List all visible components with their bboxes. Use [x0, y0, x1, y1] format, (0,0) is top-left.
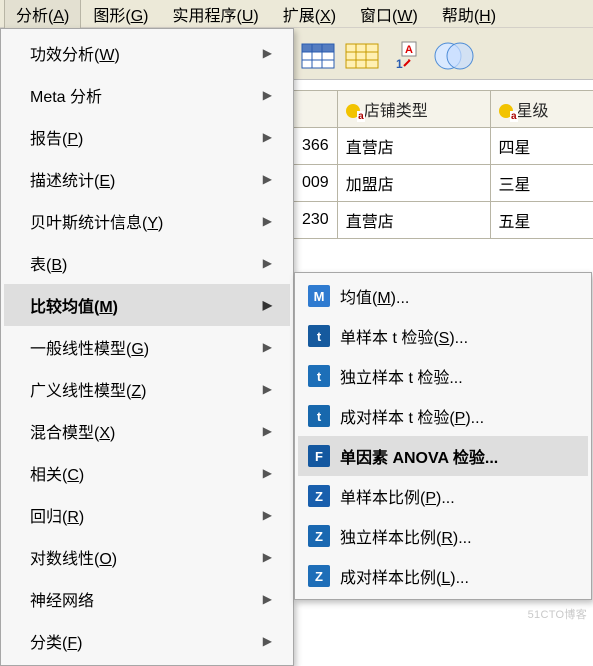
- menu-label: 窗口(W): [360, 8, 418, 25]
- submenu-item[interactable]: M 均值(M)...: [298, 276, 588, 316]
- menu-item[interactable]: 对数线性(O): [4, 536, 290, 578]
- menu-item-label: 分类(F): [30, 629, 82, 653]
- menu-item[interactable]: 描述统计(E): [4, 158, 290, 200]
- cell[interactable]: 三星: [490, 165, 593, 202]
- submenu-item[interactable]: Z 独立样本比例(R)...: [298, 516, 588, 556]
- grid-yellow-icon[interactable]: [344, 38, 380, 74]
- menu-item-label: 对数线性(O): [30, 545, 117, 569]
- submenu-item-label: 单样本 t 检验(S)...: [340, 324, 468, 348]
- cell[interactable]: 230: [294, 202, 337, 239]
- cell[interactable]: 009: [294, 165, 337, 202]
- menu-item[interactable]: 比较均值(M): [4, 284, 290, 326]
- submenu-item-label: 单因素 ANOVA 检验...: [340, 444, 498, 468]
- statistic-icon: F: [308, 445, 330, 467]
- submenu-item[interactable]: F 单因素 ANOVA 检验...: [298, 436, 588, 476]
- submenu-item-label: 独立样本 t 检验...: [340, 364, 463, 388]
- submenu-item[interactable]: Z 成对样本比例(L)...: [298, 556, 588, 596]
- label-a-icon[interactable]: A 1: [388, 38, 424, 74]
- menu-utilities[interactable]: 实用程序(U): [160, 0, 270, 30]
- cell[interactable]: 四星: [490, 128, 593, 165]
- submenu-item-label: 独立样本比例(R)...: [340, 524, 472, 548]
- menu-label: 扩展(X): [283, 8, 336, 25]
- menu-item[interactable]: 贝叶斯统计信息(Y): [4, 200, 290, 242]
- submenu-item[interactable]: t 成对样本 t 检验(P)...: [298, 396, 588, 436]
- menu-item[interactable]: 报告(P): [4, 116, 290, 158]
- table-header-row: 店铺类型 星级: [294, 91, 593, 128]
- menu-graphs[interactable]: 图形(G): [81, 0, 160, 30]
- table-row[interactable]: 009 加盟店 三星: [294, 165, 593, 202]
- menu-item-label: 神经网络: [30, 587, 94, 611]
- menu-item-label: 相关(C): [30, 461, 84, 485]
- submenu-item-label: 成对样本比例(L)...: [340, 564, 469, 588]
- menu-item[interactable]: 相关(C): [4, 452, 290, 494]
- grid-blue-icon[interactable]: [300, 38, 336, 74]
- statistic-icon: Z: [308, 485, 330, 507]
- menu-extensions[interactable]: 扩展(X): [271, 0, 348, 30]
- menu-item[interactable]: 一般线性模型(G): [4, 326, 290, 368]
- menubar: 分析(A) 图形(G) 实用程序(U) 扩展(X) 窗口(W) 帮助(H): [0, 0, 593, 28]
- table-row[interactable]: 366 直营店 四星: [294, 128, 593, 165]
- nominal-icon: [346, 104, 360, 118]
- menu-item-label: 比较均值(M): [30, 293, 118, 317]
- submenu-item[interactable]: t 单样本 t 检验(S)...: [298, 316, 588, 356]
- menu-item[interactable]: 表(B): [4, 242, 290, 284]
- menu-item-label: 一般线性模型(G): [30, 335, 149, 359]
- menu-item-label: 表(B): [30, 251, 67, 275]
- menu-item-label: Meta 分析: [30, 83, 102, 107]
- menu-item-label: 描述统计(E): [30, 167, 115, 191]
- menu-item-label: 混合模型(X): [30, 419, 115, 443]
- menu-label: 实用程序(U): [172, 8, 258, 25]
- statistic-icon: t: [308, 405, 330, 427]
- data-table-area: 店铺类型 星级 366 直营店 四星 009 加盟店 三星 230 直营店 五星: [294, 90, 593, 239]
- statistic-icon: Z: [308, 525, 330, 547]
- menu-label: 分析(A): [16, 8, 69, 25]
- cell[interactable]: 加盟店: [337, 165, 490, 202]
- cell[interactable]: 366: [294, 128, 337, 165]
- menu-item-label: 广义线性模型(Z): [30, 377, 146, 401]
- nominal-icon: [499, 104, 513, 118]
- statistic-icon: Z: [308, 565, 330, 587]
- statistic-icon: M: [308, 285, 330, 307]
- menu-label: 图形(G): [93, 8, 148, 25]
- submenu-item[interactable]: Z 单样本比例(P)...: [298, 476, 588, 516]
- data-table: 店铺类型 星级 366 直营店 四星 009 加盟店 三星 230 直营店 五星: [294, 90, 593, 239]
- menu-item[interactable]: 混合模型(X): [4, 410, 290, 452]
- statistic-icon: t: [308, 365, 330, 387]
- table-row[interactable]: 230 直营店 五星: [294, 202, 593, 239]
- compare-means-submenu: M 均值(M)... t 单样本 t 检验(S)... t 独立样本 t 检验... t 成对…: [294, 272, 592, 600]
- submenu-item-label: 均值(M)...: [340, 284, 409, 308]
- statistic-icon: t: [308, 325, 330, 347]
- submenu-item-label: 成对样本 t 检验(P)...: [340, 404, 484, 428]
- submenu-item-label: 单样本比例(P)...: [340, 484, 455, 508]
- menu-item-label: 回归(R): [30, 503, 84, 527]
- watermark: 51CTO博客: [528, 606, 587, 622]
- menu-label: 帮助(H): [442, 8, 496, 25]
- submenu-item[interactable]: t 独立样本 t 检验...: [298, 356, 588, 396]
- menu-item-label: 功效分析(W): [30, 41, 120, 65]
- column-header[interactable]: 店铺类型: [337, 91, 490, 128]
- column-header[interactable]: 星级: [490, 91, 593, 128]
- menu-item-label: 报告(P): [30, 125, 83, 149]
- menu-window[interactable]: 窗口(W): [348, 0, 430, 30]
- menu-item[interactable]: 广义线性模型(Z): [4, 368, 290, 410]
- menu-item[interactable]: Meta 分析: [4, 74, 290, 116]
- venn-icon[interactable]: [432, 36, 476, 76]
- cell[interactable]: 五星: [490, 202, 593, 239]
- menu-item[interactable]: 回归(R): [4, 494, 290, 536]
- cell[interactable]: 直营店: [337, 128, 490, 165]
- menu-item[interactable]: 功效分析(W): [4, 32, 290, 74]
- menu-item-label: 贝叶斯统计信息(Y): [30, 209, 163, 233]
- svg-text:1: 1: [396, 57, 403, 71]
- menu-item[interactable]: 分类(F): [4, 620, 290, 662]
- menu-analyze[interactable]: 分析(A): [4, 0, 81, 30]
- menu-help[interactable]: 帮助(H): [430, 0, 508, 30]
- cell[interactable]: 直营店: [337, 202, 490, 239]
- analyze-menu: 功效分析(W) Meta 分析报告(P) 描述统计(E) 贝叶斯统计信息(Y) 表(B)…: [0, 28, 294, 666]
- menu-item[interactable]: 神经网络: [4, 578, 290, 620]
- svg-text:A: A: [405, 44, 413, 56]
